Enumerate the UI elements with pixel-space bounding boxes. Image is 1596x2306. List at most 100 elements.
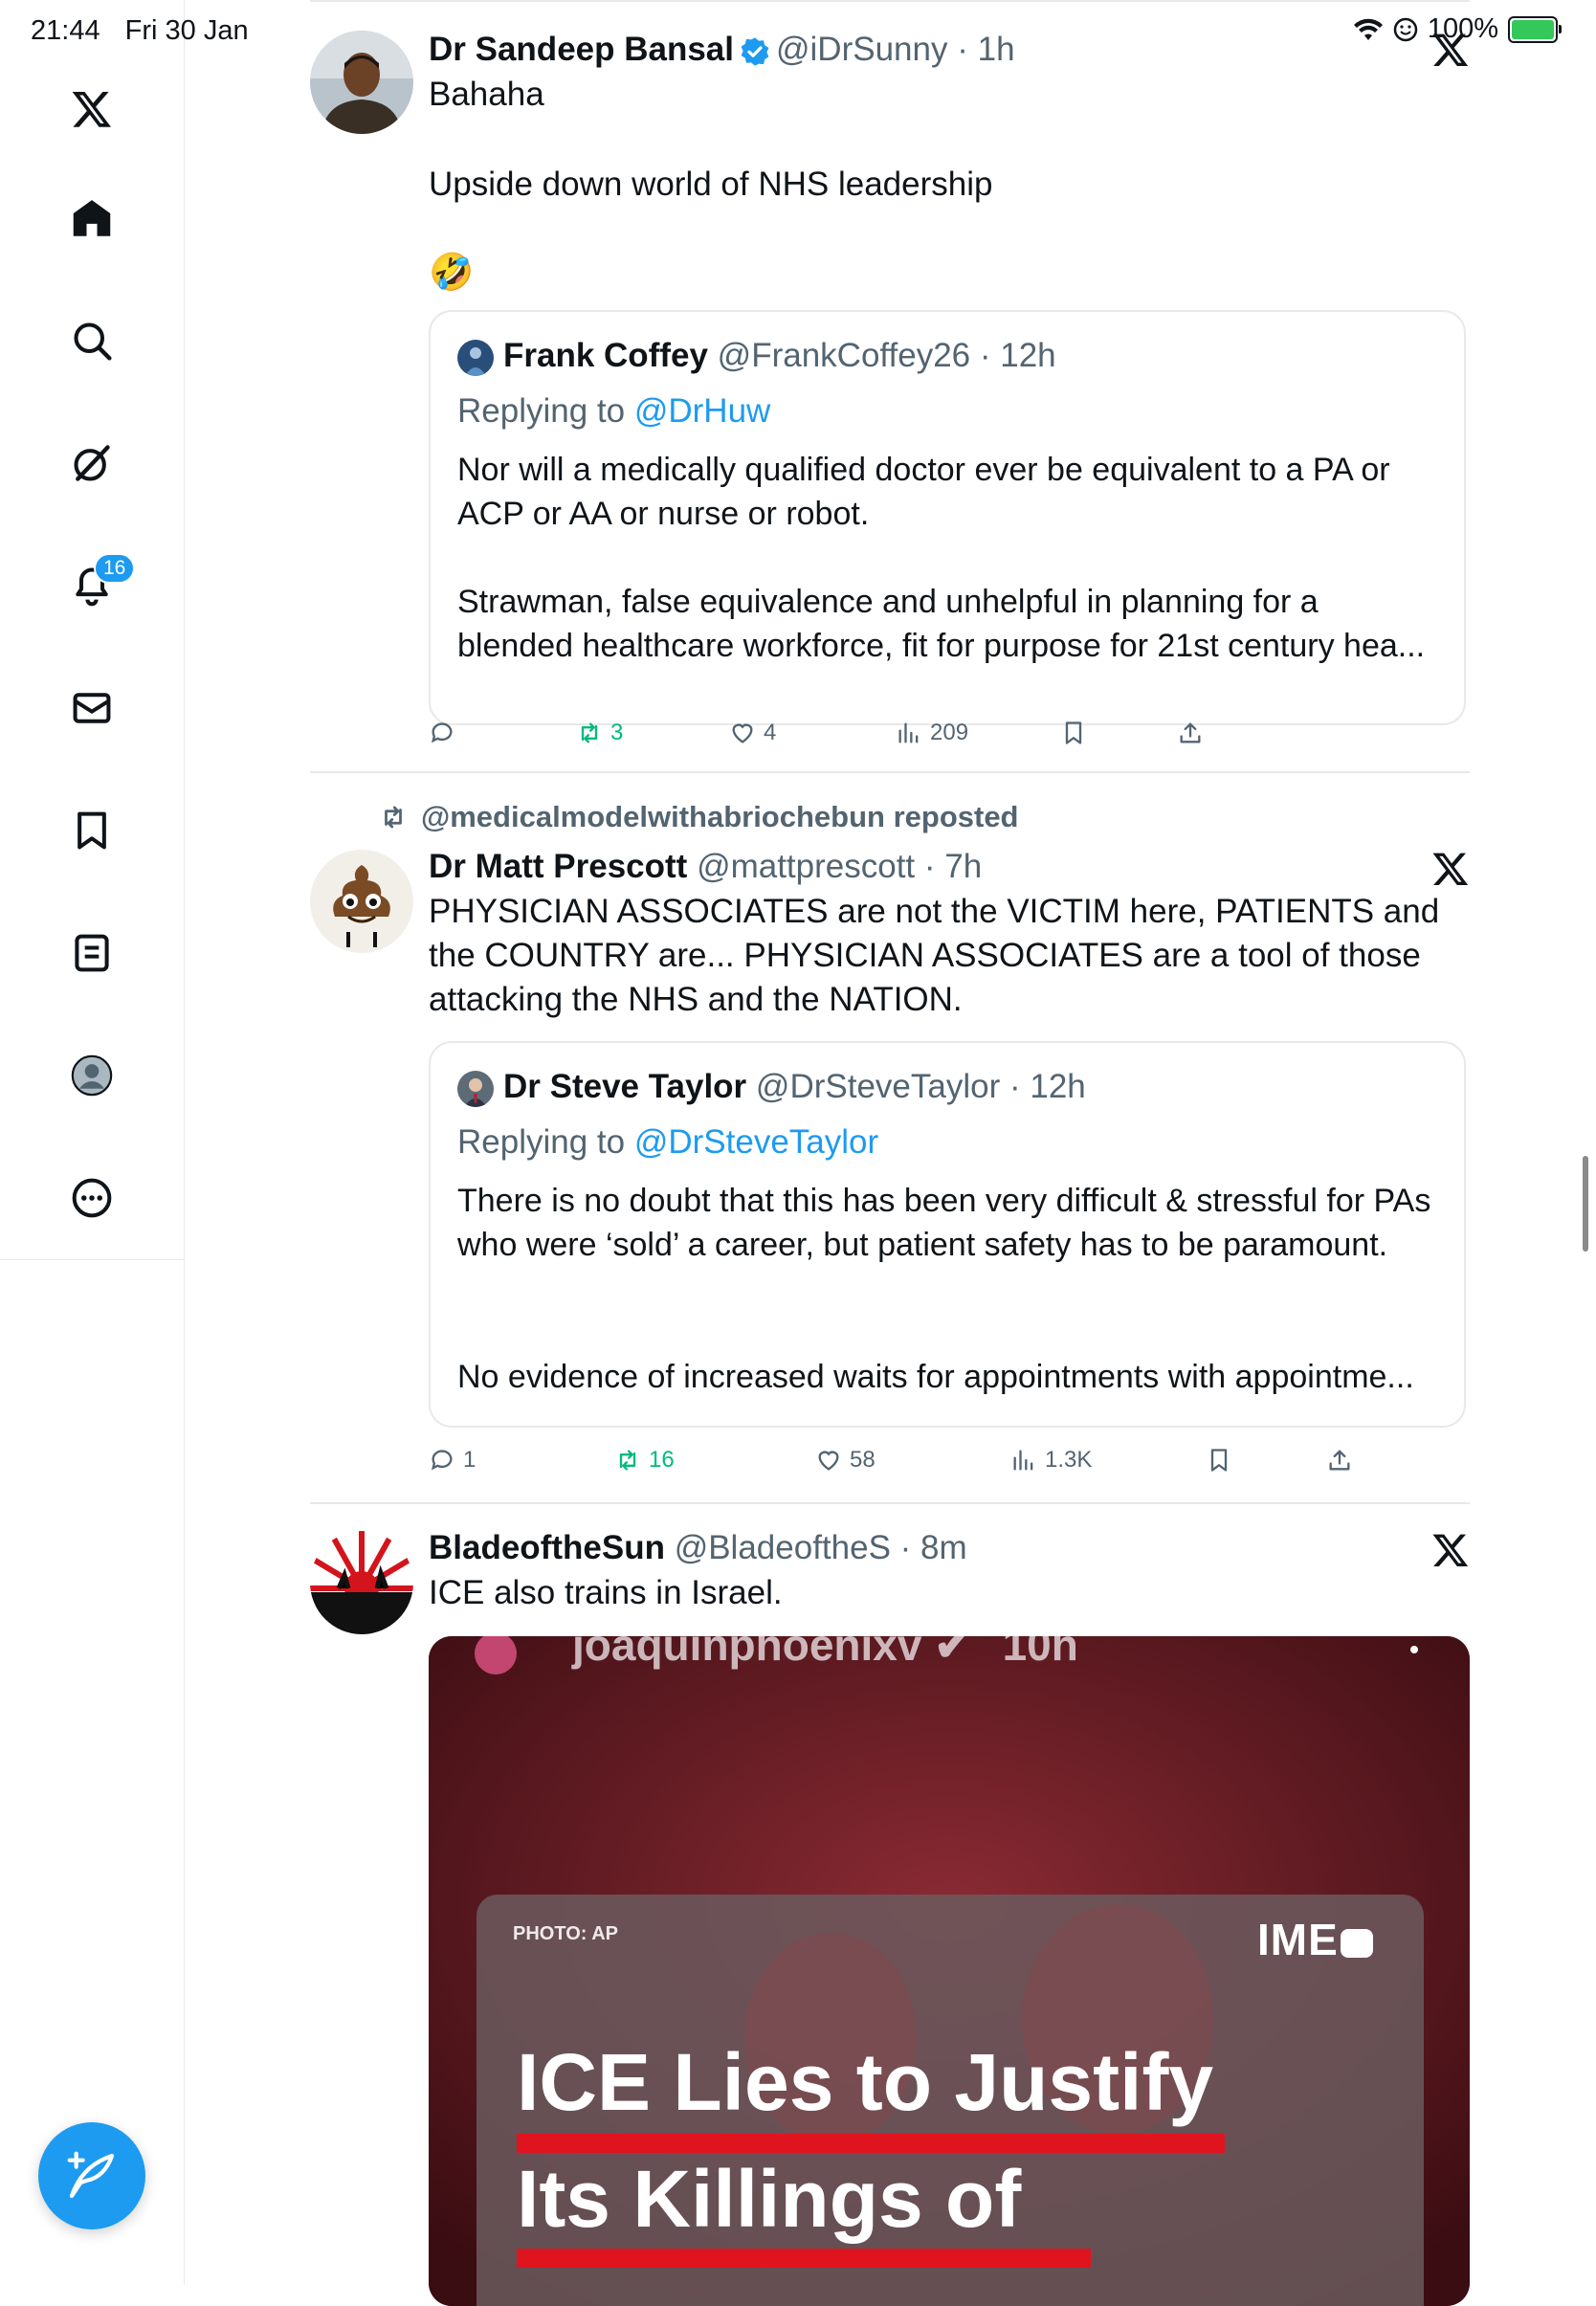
repost-button[interactable]: 16 (614, 1447, 675, 1474)
x-logo-icon[interactable] (61, 78, 122, 140)
replying-mention[interactable]: @DrSteveTaylor (634, 1123, 878, 1161)
battery-percent: 100% (1427, 13, 1498, 44)
post-media-video[interactable]: joaquinphoenixv ✔ 10h PHOTO: AP IME ICE … (429, 1636, 1470, 2306)
quoted-tweet[interactable]: Frank Coffey @FrankCoffey26 · 12h Replyi… (429, 310, 1466, 725)
post-divider (310, 771, 1470, 773)
views-icon (898, 722, 919, 743)
quote-time: · 12h (1009, 1068, 1086, 1105)
share-icon (1329, 1450, 1350, 1471)
reply-button[interactable]: 1 (429, 1447, 476, 1474)
x-logo-icon[interactable] (1431, 1531, 1470, 1569)
tweet-text-line2: Upside down world of NHS leadership (429, 166, 993, 203)
avatar[interactable] (310, 1531, 413, 1634)
quoted-tweet[interactable]: Dr Steve Taylor @DrSteveTaylor · 12h Rep… (429, 1041, 1466, 1428)
list-icon[interactable] (61, 922, 122, 984)
views-count: 1.3K (1045, 1447, 1093, 1473)
battery-icon (1508, 15, 1562, 43)
post-header: Dr Matt Prescott @mattprescott · 7h (429, 846, 1470, 888)
quote-text-1: There is no doubt that this has been ver… (457, 1183, 1431, 1263)
like-count: 58 (850, 1447, 876, 1473)
sidebar (0, 0, 185, 1260)
post-time[interactable]: · 7h (924, 848, 982, 885)
views-button[interactable]: 209 (896, 720, 968, 746)
reply-button[interactable] (429, 720, 463, 746)
author-name[interactable]: BladeoftheSun (429, 1529, 665, 1566)
repost-icon (385, 806, 402, 829)
post-divider (310, 1502, 1470, 1504)
quote-time: · 12h (979, 337, 1056, 374)
post-content: BladeoftheSun @BladeoftheS · 8m ICE also… (429, 1527, 1470, 1611)
author-name[interactable]: Dr Matt Prescott (429, 848, 687, 885)
quote-author-name: Dr Steve Taylor (503, 1068, 747, 1105)
repost-count: 16 (649, 1447, 675, 1473)
focus-icon (1393, 17, 1418, 41)
photo-credit: PHOTO: AP (513, 1923, 619, 1944)
views-button[interactable]: 1.3K (1010, 1447, 1092, 1474)
repost-icon (619, 1450, 636, 1471)
replying-label: Replying to (457, 1123, 634, 1161)
quote-avatar (457, 339, 494, 376)
like-button[interactable]: 4 (729, 720, 776, 746)
reply-icon (431, 722, 453, 743)
tweet-text: PHYSICIAN ASSOCIATES are not the VICTIM … (429, 893, 1440, 1018)
search-icon[interactable] (61, 310, 122, 371)
author-handle[interactable]: @BladeoftheS (675, 1529, 891, 1566)
status-right: 100% (1353, 13, 1562, 45)
quote-text-2: Strawman, false equivalence and unhelpfu… (457, 584, 1426, 664)
repost-button[interactable]: 3 (576, 720, 623, 746)
media-brand-logo: IME (1257, 1914, 1373, 1965)
quote-avatar (457, 1070, 494, 1107)
profile-icon[interactable] (61, 1045, 122, 1106)
repost-icon (581, 722, 598, 743)
post-header: BladeoftheSun @BladeoftheS · 8m (429, 1527, 1470, 1569)
post-time[interactable]: · 8m (900, 1529, 967, 1566)
repost-by-label: @medicalmodelwithabriochebun reposted (421, 800, 1019, 833)
avatar[interactable] (310, 850, 413, 953)
home-icon[interactable] (61, 188, 122, 249)
quote-text-1: Nor will a medically qualified doctor ev… (457, 452, 1390, 532)
quote-author-handle: @DrSteveTaylor (755, 1068, 1001, 1105)
more-icon[interactable] (61, 1167, 122, 1229)
media-time: 10h (1002, 1636, 1078, 1670)
x-logo-icon[interactable] (1431, 850, 1470, 888)
replying-to: Replying to @DrHuw (457, 392, 770, 431)
reply-icon (431, 1450, 453, 1471)
grok-icon[interactable] (61, 432, 122, 494)
scrollbar[interactable] (1583, 1156, 1588, 1252)
bookmark-icon (1065, 721, 1082, 744)
compose-icon (67, 2151, 115, 2199)
bookmark-icon (1210, 1449, 1228, 1472)
media-headline-2: Its Killings of (517, 2154, 1022, 2244)
status-date: Fri 30 Jan (124, 15, 249, 46)
tweet-text: ICE also trains in Israel. (429, 1574, 783, 1611)
replying-mention[interactable]: @DrHuw (634, 392, 770, 430)
media-headline-1: ICE Lies to Justify (517, 2037, 1214, 2127)
heart-icon (732, 723, 753, 743)
tweet-emoji: 🤣 (429, 253, 475, 293)
like-count: 4 (764, 720, 777, 745)
bookmark-button[interactable] (1206, 1447, 1232, 1474)
author-handle[interactable]: @mattprescott (697, 848, 915, 885)
reply-count: 1 (463, 1447, 477, 1473)
status-left: 21:44 Fri 30 Jan (31, 15, 266, 47)
compose-button[interactable] (38, 2122, 145, 2229)
like-button[interactable]: 58 (815, 1447, 876, 1474)
share-icon (1180, 722, 1201, 743)
replying-to: Replying to @DrSteveTaylor (457, 1123, 878, 1162)
share-button[interactable] (1326, 1447, 1353, 1474)
bookmark-button[interactable] (1060, 720, 1087, 746)
status-time: 21:44 (31, 15, 100, 46)
post-content: Dr Matt Prescott @mattprescott · 7h PHYS… (429, 846, 1470, 1018)
bookmark-icon[interactable] (61, 800, 122, 861)
media-account-text: joaquinphoenixv ✔ 10h (572, 1636, 1078, 1671)
action-bar: 1 16 58 1.3K (429, 1447, 1466, 1495)
wifi-icon (1353, 18, 1383, 40)
mail-icon[interactable] (61, 677, 122, 739)
quote-header: Frank Coffey @FrankCoffey26 · 12h (457, 335, 1056, 377)
media-brand: IME (1257, 1915, 1339, 1964)
repost-context[interactable]: @medicalmodelwithabriochebun reposted (379, 800, 1019, 834)
heart-icon (818, 1451, 839, 1471)
share-button[interactable] (1177, 720, 1204, 746)
views-count: 209 (930, 720, 969, 745)
notification-badge: 16 (94, 553, 136, 584)
